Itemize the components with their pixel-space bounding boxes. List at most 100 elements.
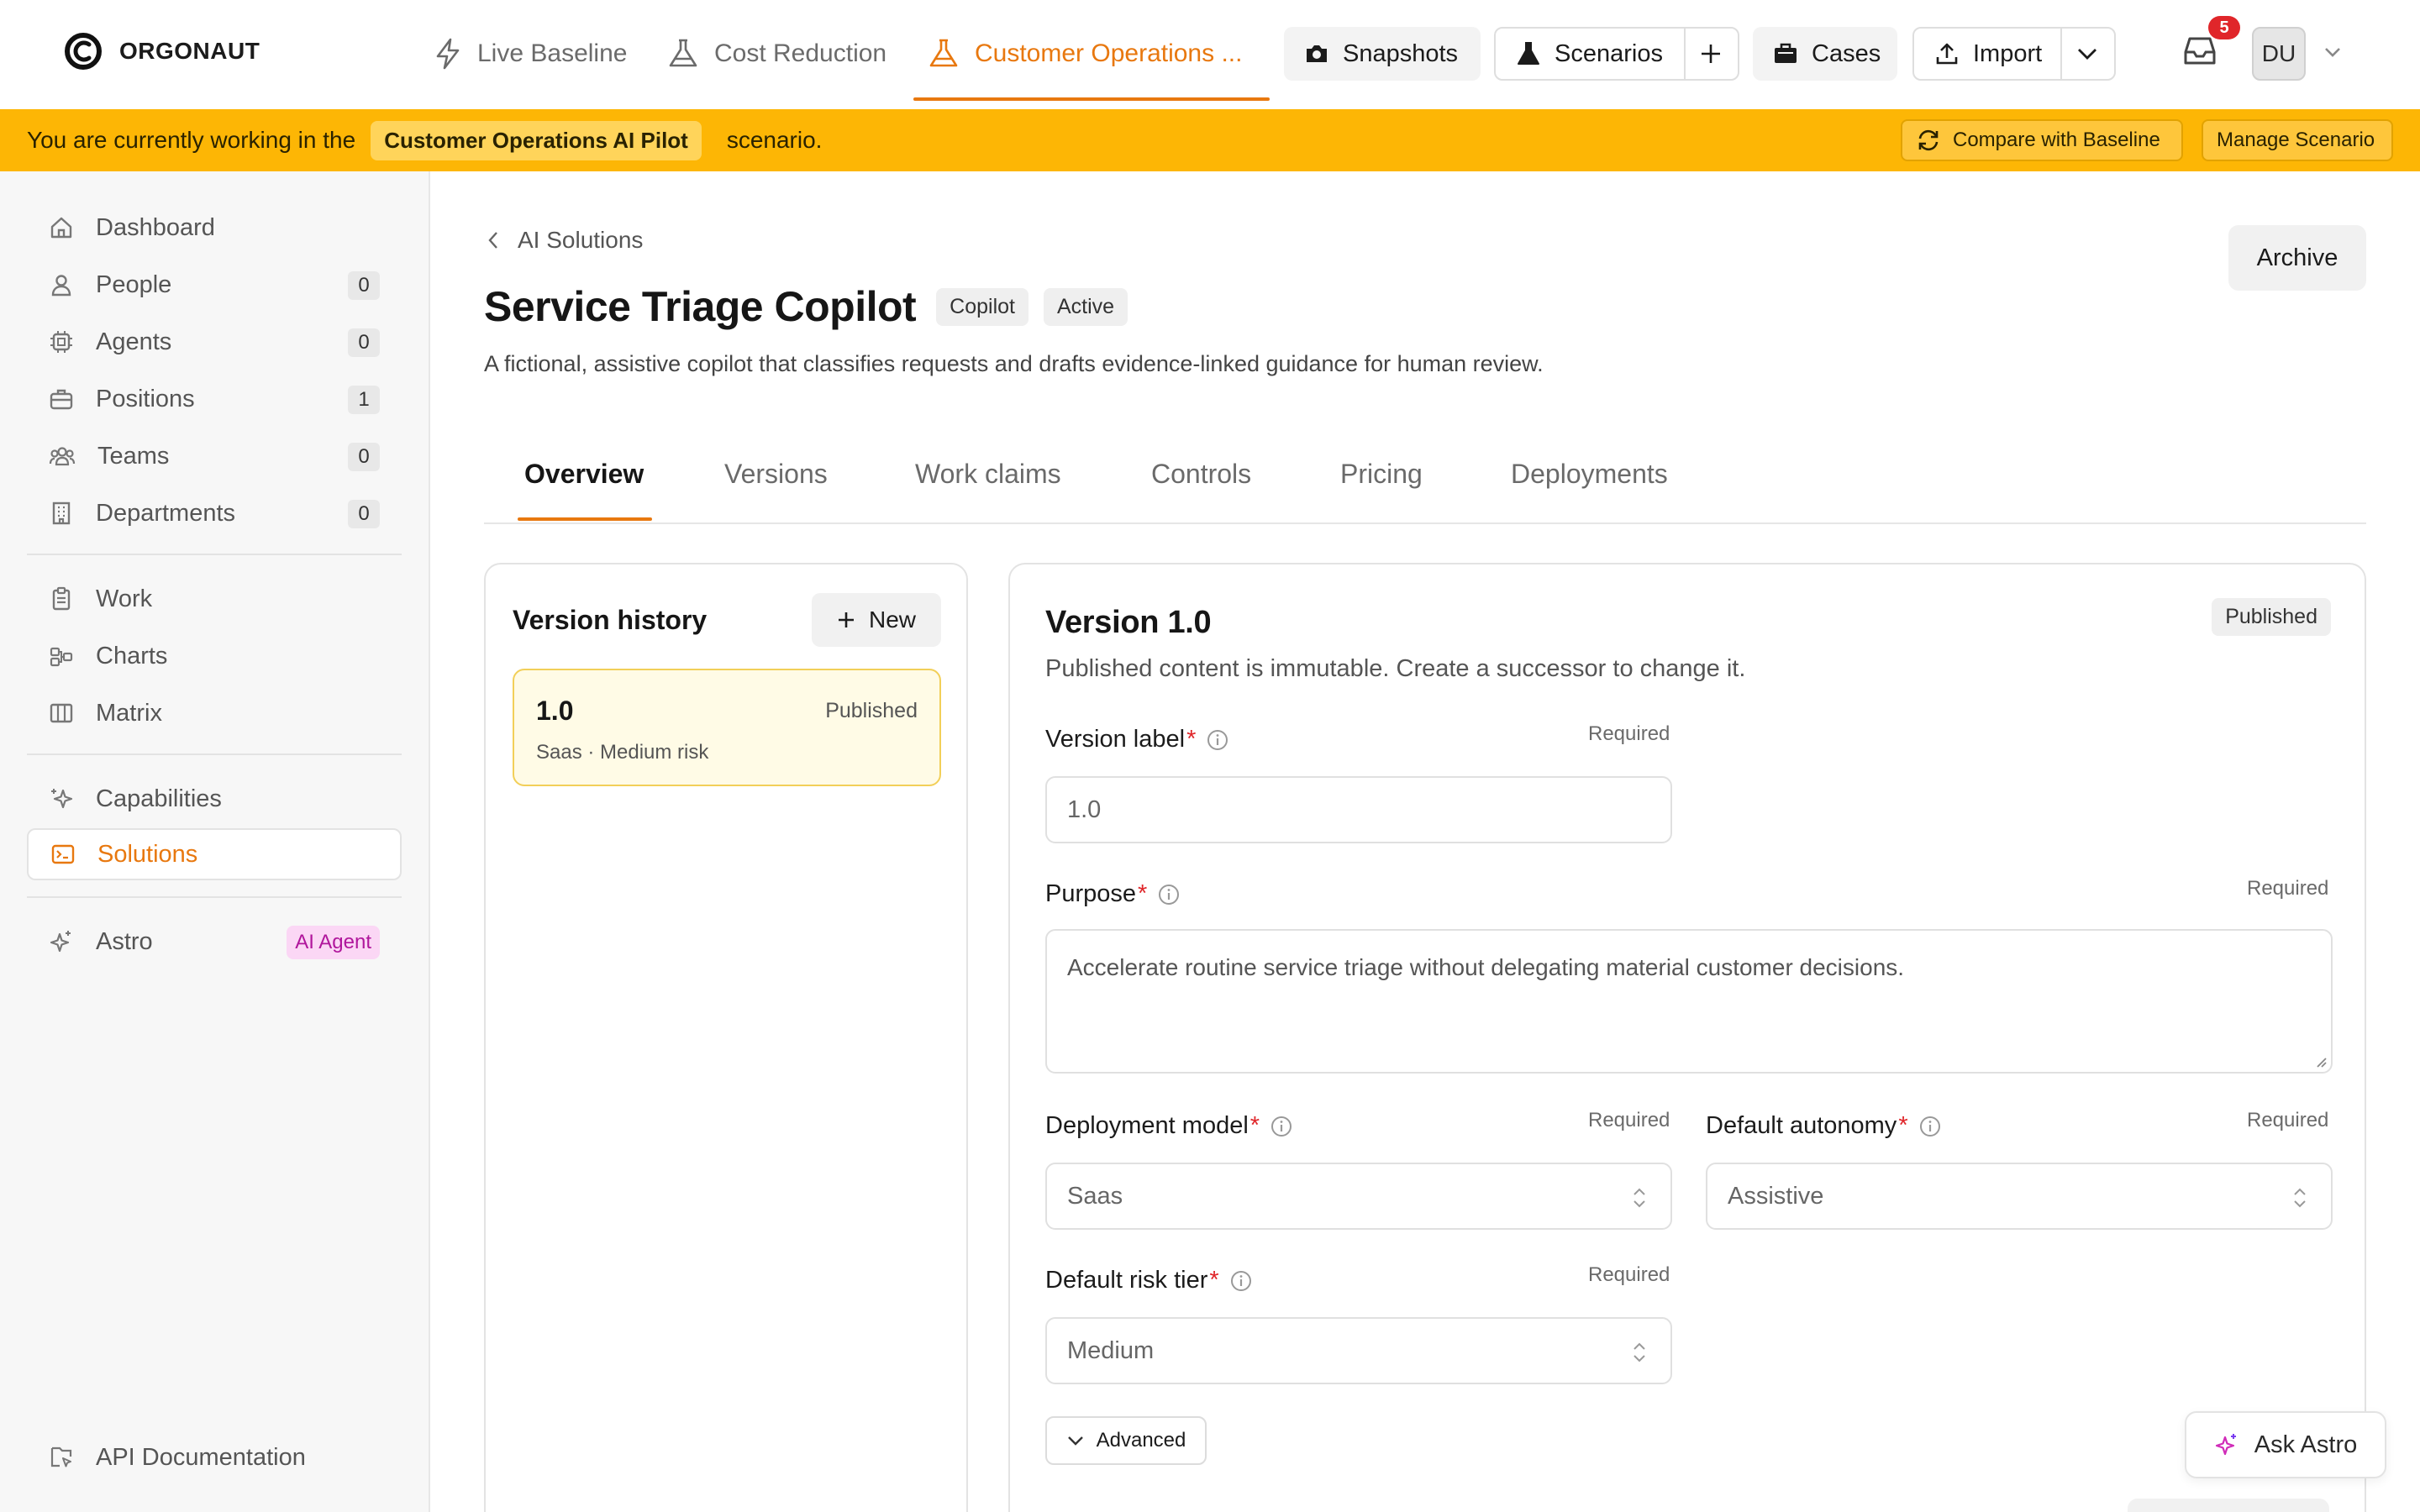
- chevron-down-icon[interactable]: [2323, 45, 2343, 59]
- sidebar-item-positions[interactable]: Positions 1: [27, 373, 402, 425]
- version-history-title: Version history: [513, 605, 708, 635]
- flask-icon: [667, 38, 699, 70]
- published-badge: Published: [2212, 598, 2331, 636]
- flask-icon: [1516, 41, 1541, 66]
- person-icon: [49, 272, 74, 297]
- chevron-up-down-icon: [1630, 1339, 1649, 1366]
- import-button-group: Import: [1912, 27, 2116, 81]
- chevron-up-down-icon: [2291, 1184, 2309, 1211]
- tab-deployments[interactable]: Deployments: [1511, 459, 1668, 490]
- info-icon[interactable]: [1229, 1269, 1253, 1293]
- advanced-toggle-button[interactable]: Advanced: [1045, 1416, 1207, 1465]
- info-icon[interactable]: [1270, 1115, 1293, 1138]
- camera-icon: [1304, 43, 1329, 65]
- sidebar-item-astro[interactable]: Astro AI Agent: [27, 916, 402, 968]
- version-detail-card: Version 1.0 Published Published content …: [1008, 563, 2366, 1512]
- card-footer-button[interactable]: [2128, 1499, 2329, 1512]
- content-tabs: Overview Versions Work claims Controls P…: [484, 437, 2366, 524]
- tab-pricing[interactable]: Pricing: [1340, 459, 1423, 490]
- default-risk-tier-select[interactable]: Medium: [1045, 1317, 1672, 1384]
- button-divider: [2060, 29, 2062, 79]
- nav-tab-cost-reduction[interactable]: Cost Reduction: [667, 29, 886, 79]
- sidebar-item-agents[interactable]: Agents 0: [27, 316, 402, 368]
- ai-agent-badge: AI Agent: [287, 926, 380, 959]
- sparkle-icon: [49, 929, 74, 954]
- bolt-icon: [434, 38, 462, 70]
- logo-icon: [64, 32, 103, 71]
- purpose-field[interactable]: Accelerate routine service triage withou…: [1045, 929, 2333, 1074]
- banner-prefix: You are currently working in the: [27, 127, 356, 153]
- notification-badge: 5: [2208, 16, 2240, 39]
- scenarios-button[interactable]: Scenarios: [1555, 40, 1663, 68]
- title-row: Service Triage Copilot Copilot Active: [484, 282, 1128, 331]
- tab-work-claims[interactable]: Work claims: [915, 459, 1061, 490]
- chevron-down-icon[interactable]: [2075, 45, 2099, 62]
- sidebar-item-people[interactable]: People 0: [27, 259, 402, 311]
- sidebar-item-capabilities[interactable]: Capabilities: [27, 773, 402, 825]
- sidebar-item-matrix[interactable]: Matrix: [27, 687, 402, 739]
- sidebar-item-teams[interactable]: Teams 0: [27, 430, 402, 482]
- user-avatar[interactable]: DU: [2252, 27, 2306, 81]
- info-icon[interactable]: [1206, 728, 1229, 752]
- version-number: 1.0: [536, 696, 574, 726]
- page-description: A fictional, assistive copilot that clas…: [484, 351, 1544, 376]
- banner-suffix: scenario.: [726, 127, 823, 153]
- plus-icon: [837, 611, 855, 629]
- info-icon[interactable]: [1157, 883, 1181, 906]
- version-list-item[interactable]: 1.0 Published Saas · Medium risk: [513, 669, 941, 786]
- default-risk-tier-label: Default risk tier *: [1045, 1267, 1253, 1294]
- deployment-model-label: Deployment model *: [1045, 1112, 1293, 1140]
- add-scenario-icon[interactable]: [1699, 42, 1723, 66]
- required-asterisk: *: [1186, 726, 1197, 753]
- nav-tab-live-baseline[interactable]: Live Baseline: [434, 29, 627, 79]
- document-cursor-icon: [49, 1445, 74, 1470]
- new-version-button[interactable]: New: [812, 593, 941, 647]
- version-label-field[interactable]: 1.0: [1045, 776, 1672, 843]
- briefcase-icon: [1773, 42, 1798, 66]
- required-asterisk: *: [1209, 1267, 1219, 1294]
- required-asterisk: *: [1898, 1112, 1908, 1139]
- columns-icon: [49, 701, 74, 726]
- resize-handle-icon[interactable]: [2312, 1053, 2328, 1068]
- active-nav-indicator: [913, 97, 1270, 101]
- sidebar-item-api-documentation[interactable]: API Documentation: [27, 1431, 402, 1483]
- nav-tab-customer-operations[interactable]: Customer Operations ...: [928, 29, 1242, 79]
- ask-astro-button[interactable]: Ask Astro: [2185, 1411, 2386, 1478]
- version-detail-title: Version 1.0: [1045, 605, 1212, 640]
- required-asterisk: *: [1249, 1112, 1260, 1139]
- sidebar-divider: [27, 753, 402, 755]
- sidebar-item-departments[interactable]: Departments 0: [27, 487, 402, 539]
- top-navigation-bar: ORGONAUT Live Baseline Cost Reduction Cu…: [0, 0, 2420, 109]
- default-autonomy-select[interactable]: Assistive: [1706, 1163, 2333, 1230]
- import-button[interactable]: Import: [1973, 40, 2042, 68]
- count-badge: 0: [348, 328, 380, 357]
- info-icon[interactable]: [1918, 1115, 1942, 1138]
- sidebar-divider: [27, 554, 402, 555]
- active-tab-indicator: [518, 517, 652, 521]
- sidebar-item-work[interactable]: Work: [27, 573, 402, 625]
- version-label-label: Version label *: [1045, 726, 1229, 753]
- sidebar-item-solutions[interactable]: Solutions: [27, 828, 402, 880]
- clipboard-icon: [49, 586, 74, 612]
- required-asterisk: *: [1138, 880, 1148, 907]
- sidebar-item-dashboard[interactable]: Dashboard: [27, 202, 402, 254]
- breadcrumb[interactable]: AI Solutions: [486, 227, 643, 254]
- required-text: Required: [1588, 1109, 1670, 1131]
- archive-button[interactable]: Archive: [2228, 225, 2366, 291]
- version-status: Published: [825, 699, 918, 722]
- cases-button[interactable]: Cases: [1753, 27, 1897, 81]
- tab-controls[interactable]: Controls: [1151, 459, 1251, 490]
- app-logo[interactable]: ORGONAUT: [64, 32, 260, 71]
- scenario-name-chip: Customer Operations AI Pilot: [371, 120, 702, 160]
- tab-versions[interactable]: Versions: [724, 459, 828, 490]
- deployment-model-select[interactable]: Saas: [1045, 1163, 1672, 1230]
- compare-with-baseline-button[interactable]: Compare with Baseline: [1901, 119, 2183, 161]
- sidebar-item-charts[interactable]: Charts: [27, 630, 402, 682]
- manage-scenario-button[interactable]: Manage Scenario: [2202, 119, 2393, 161]
- snapshots-button[interactable]: Snapshots: [1284, 27, 1481, 81]
- type-tag: Copilot: [936, 287, 1028, 326]
- status-tag: Active: [1044, 287, 1128, 326]
- immutable-note: Published content is immutable. Create a…: [1045, 655, 1746, 682]
- count-badge: 1: [348, 386, 380, 414]
- tab-overview[interactable]: Overview: [524, 459, 644, 490]
